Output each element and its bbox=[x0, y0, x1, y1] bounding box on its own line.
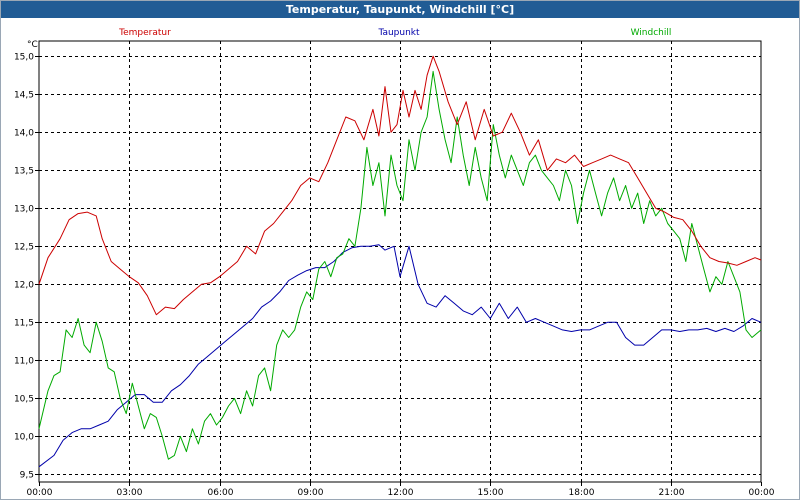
x-tick-time-label: 00:00 bbox=[27, 488, 53, 498]
x-tick-time-label: 12:00 bbox=[388, 488, 414, 498]
x-tick-time-label: 06:00 bbox=[208, 488, 234, 498]
x-tick-time-label: 09:00 bbox=[298, 488, 324, 498]
y-tick-label: 10,5 bbox=[14, 395, 34, 405]
y-tick-label: 10,0 bbox=[14, 433, 34, 443]
y-tick-label: 14,5 bbox=[14, 91, 34, 101]
x-tick-time-label: 00:00 bbox=[749, 488, 775, 498]
x-tick-time-label: 18:00 bbox=[569, 488, 595, 498]
x-tick-time-label: 15:00 bbox=[478, 488, 504, 498]
y-tick-label: 12,5 bbox=[14, 243, 34, 253]
legend-windchill: Windchill bbox=[631, 28, 672, 38]
legend-taupunkt: Taupunkt bbox=[377, 28, 420, 38]
y-tick-label: 11,0 bbox=[14, 357, 34, 367]
window-title: Temperatur, Taupunkt, Windchill [°C] bbox=[1, 1, 799, 18]
chart-window: Temperatur, Taupunkt, Windchill [°C] 9,5… bbox=[0, 0, 800, 500]
x-tick-time-label: 21:00 bbox=[659, 488, 685, 498]
y-axis: 9,5 10,0 10,5 11,0 11,5 12,0 12,5 13,0 13,5 14,0 1… bbox=[14, 53, 39, 481]
x-tick-time-label: 03:00 bbox=[117, 488, 143, 498]
y-axis-label: °C bbox=[27, 40, 38, 50]
y-tick-label: 13,5 bbox=[14, 167, 34, 177]
y-tick-label: 11,5 bbox=[14, 319, 34, 329]
y-tick-label: 12,0 bbox=[14, 281, 34, 291]
x-axis: 00:0024.10.1803:0024.10.1806:0024.10.180… bbox=[27, 482, 775, 498]
chart-svg: 9,5 10,0 10,5 11,0 11,5 12,0 12,5 13,0 13,5 14,0 1… bbox=[14, 28, 775, 498]
y-tick-label: 9,5 bbox=[20, 471, 34, 481]
legend-temperatur: Temperatur bbox=[118, 28, 171, 38]
y-tick-label: 15,0 bbox=[14, 53, 34, 63]
y-tick-label: 13,0 bbox=[14, 205, 34, 215]
y-tick-label: 14,0 bbox=[14, 129, 34, 139]
